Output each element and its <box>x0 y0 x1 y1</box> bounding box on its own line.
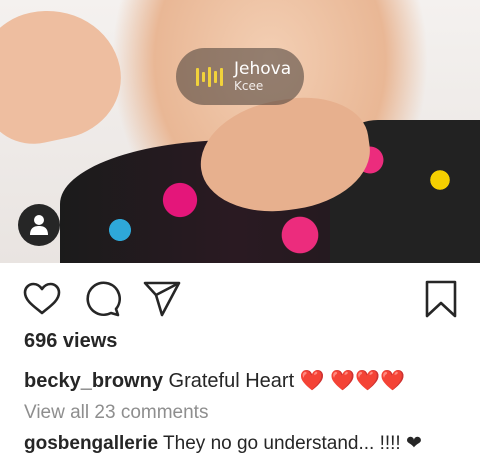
view-count: 696 views <box>24 330 118 352</box>
bookmark-icon <box>425 280 457 318</box>
music-sticker[interactable]: Jehova Kcee <box>176 48 304 105</box>
comment-preview: gosbengallerie They no go understand... … <box>24 432 422 455</box>
caption-text: Grateful Heart ❤️ ❤️❤️❤️ <box>168 370 405 392</box>
post-video[interactable]: Jehova Kcee <box>0 0 480 263</box>
heart-icon <box>23 282 61 315</box>
equalizer-icon <box>196 65 224 89</box>
user-icon <box>30 215 48 235</box>
baby-hand-image <box>0 0 132 154</box>
share-button[interactable] <box>142 279 182 319</box>
music-artist-name: Kcee <box>234 79 264 93</box>
comment-text: They no go understand... !!!! ❤ <box>163 433 422 454</box>
like-button[interactable] <box>22 279 62 319</box>
tagged-user-button[interactable] <box>18 204 60 246</box>
paper-plane-icon <box>143 281 181 317</box>
music-song-title: Jehova <box>234 59 292 79</box>
view-all-comments-link[interactable]: View all 23 comments <box>24 402 208 424</box>
comment-bubble-icon <box>86 281 121 317</box>
post-caption: becky_browny Grateful Heart ❤️ ❤️❤️❤️ <box>24 368 405 393</box>
caption-username[interactable]: becky_browny <box>24 370 163 392</box>
save-button[interactable] <box>421 279 461 319</box>
post-action-bar <box>0 263 480 333</box>
comment-username[interactable]: gosbengallerie <box>24 433 158 454</box>
comment-button[interactable] <box>82 279 122 319</box>
